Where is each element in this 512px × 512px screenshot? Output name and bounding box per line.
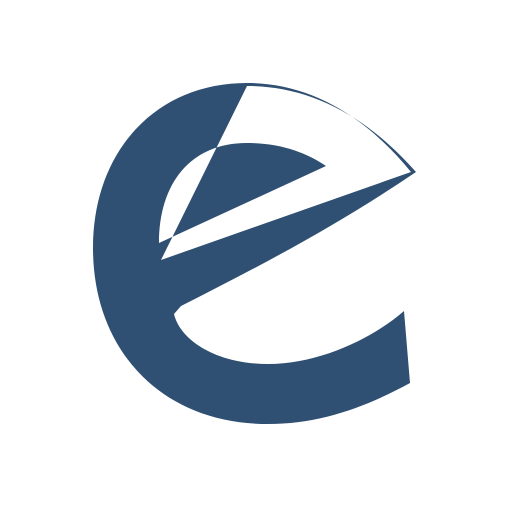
logo-letter-e (93, 83, 416, 424)
brand-e-logo (93, 83, 416, 424)
logo-canvas (0, 0, 512, 512)
